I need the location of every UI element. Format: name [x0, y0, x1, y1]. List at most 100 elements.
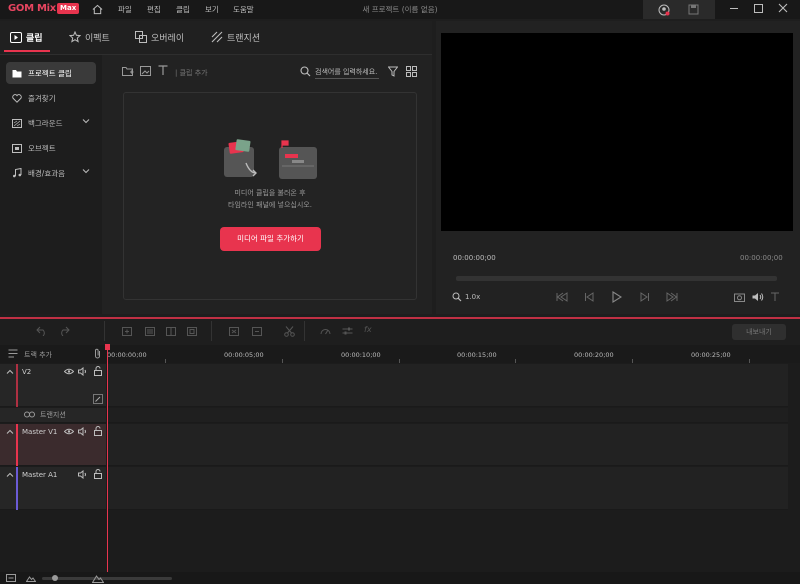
chevron-up-icon[interactable]	[6, 369, 14, 375]
tab-clip[interactable]: 클립	[10, 29, 43, 45]
lock-icon[interactable]	[94, 469, 102, 479]
grid-view-icon[interactable]	[406, 66, 417, 77]
attach-icon[interactable]	[93, 348, 102, 359]
track-lane-master-a1[interactable]	[108, 467, 788, 510]
play-icon[interactable]	[612, 291, 622, 303]
tab-transition[interactable]: 트랜지션	[211, 29, 260, 45]
zoom-icon[interactable]	[452, 292, 462, 302]
sidebar-item-label: 배경/효과음	[28, 168, 66, 178]
toolbar-separator	[304, 321, 305, 341]
edit-icon[interactable]	[93, 394, 103, 404]
drop-zone-instructions: 미디어 클립을 불러온 후 타임라인 패널에 넣으십시오.	[123, 187, 417, 211]
playhead[interactable]	[107, 345, 108, 573]
add-folder-icon[interactable]	[122, 66, 134, 77]
tab-clip-label: 클립	[26, 33, 43, 44]
add-track-label[interactable]: 트랙 추가	[24, 350, 52, 360]
zoom-in-mountain-icon[interactable]	[92, 573, 104, 583]
sidebar-item-favorites[interactable]: 즐겨찾기	[6, 87, 96, 109]
chevron-up-icon[interactable]	[6, 472, 14, 478]
tab-overlay-label: 오버레이	[151, 33, 185, 44]
minimize-icon[interactable]	[730, 8, 738, 9]
redo-icon[interactable]	[58, 326, 70, 336]
timeline-zoom-thumb[interactable]	[52, 575, 58, 581]
zoom-out-mountain-icon[interactable]	[26, 574, 36, 582]
tab-transition-label: 트랜지션	[227, 33, 261, 44]
ruler-label: 00:00:20;00	[574, 351, 614, 359]
object-icon	[12, 143, 22, 153]
track-lane-master-v1[interactable]	[108, 424, 788, 466]
filter-icon[interactable]	[388, 66, 398, 77]
sidebar-item-object[interactable]: 오브젝트	[6, 137, 96, 159]
mute-clip-icon[interactable]	[252, 327, 262, 336]
overlay-icon	[135, 31, 147, 43]
eye-icon[interactable]	[64, 428, 74, 435]
track-lane-transition[interactable]	[108, 408, 788, 423]
track-menu-icon[interactable]	[8, 349, 18, 358]
add-media-file-button[interactable]: 미디어 파일 추가하기	[220, 227, 321, 251]
track-name-transition: 트랜지션	[40, 411, 66, 419]
speaker-icon[interactable]	[78, 470, 88, 479]
drop-text-line-2: 타임라인 패널에 넣으십시오.	[228, 201, 312, 209]
eye-icon[interactable]	[64, 368, 74, 375]
chevron-down-icon	[82, 168, 90, 174]
timeline-toolbar	[0, 319, 800, 345]
export-button[interactable]: 내보내기	[732, 324, 786, 340]
zoom-level[interactable]: 1.0x	[465, 293, 480, 301]
lock-icon[interactable]	[94, 366, 102, 376]
image-icon[interactable]	[140, 66, 152, 77]
active-tab-indicator	[4, 50, 50, 52]
skip-to-start-icon[interactable]	[556, 292, 568, 302]
close-icon[interactable]	[778, 3, 788, 13]
media-import-illustration-icon	[222, 139, 318, 181]
current-timecode: 00:00:00;00	[453, 254, 496, 262]
text-icon[interactable]	[158, 65, 168, 76]
speaker-icon[interactable]	[78, 367, 88, 376]
tab-effect[interactable]: 이펙트	[69, 29, 110, 45]
next-frame-icon[interactable]	[640, 292, 650, 302]
previous-frame-icon[interactable]	[584, 292, 594, 302]
playhead-handle[interactable]	[105, 344, 110, 350]
sidebar-item-label: 즐겨찾기	[28, 93, 56, 103]
volume-icon[interactable]	[752, 292, 764, 302]
ruler-label: 00:00:00;00	[107, 351, 147, 359]
preview-seek-bar[interactable]	[456, 276, 777, 281]
track-name-master-a1: Master A1	[22, 471, 58, 479]
music-icon	[12, 168, 22, 178]
ruler-label: 00:00:05;00	[224, 351, 264, 359]
toolbar-separator	[211, 321, 212, 341]
speaker-icon[interactable]	[78, 427, 88, 436]
search-icon[interactable]	[300, 66, 311, 77]
delete-clip-icon[interactable]	[229, 327, 239, 336]
sidebar-item-project-clip[interactable]: 프로젝트 클립	[6, 62, 96, 84]
speed-icon[interactable]	[320, 326, 331, 336]
track-lane-v2[interactable]	[108, 364, 788, 407]
cut-icon[interactable]	[284, 326, 295, 337]
undo-icon[interactable]	[36, 326, 48, 336]
timeline-zoom-slider[interactable]	[42, 577, 172, 580]
tab-overlay[interactable]: 오버레이	[135, 29, 184, 45]
account-icon[interactable]	[658, 4, 670, 16]
skip-to-end-icon[interactable]	[666, 292, 678, 302]
sidebar-item-label: 오브젝트	[28, 143, 56, 153]
sidebar-item-music[interactable]: 배경/효과음	[6, 162, 96, 184]
crop-icon[interactable]	[187, 327, 197, 336]
track-color-bar	[16, 364, 18, 407]
maximize-icon[interactable]	[754, 4, 763, 13]
fullscreen-icon[interactable]	[770, 292, 780, 302]
fx-icon[interactable]: fx	[364, 325, 372, 334]
search-input[interactable]: 검색어를 입력하세요.	[315, 67, 379, 79]
trim-icon[interactable]	[166, 327, 176, 336]
sidebar-item-background[interactable]: 백그라운드	[6, 112, 96, 134]
adjust-icon[interactable]	[342, 326, 353, 336]
background-icon	[12, 118, 22, 128]
toolbar-separator	[104, 321, 105, 341]
add-clip-icon[interactable]	[122, 327, 132, 336]
snapshot-icon[interactable]	[734, 292, 745, 302]
folder-icon	[12, 69, 22, 78]
lock-icon[interactable]	[94, 426, 102, 436]
chevron-up-icon[interactable]	[6, 429, 14, 435]
split-icon[interactable]	[145, 327, 155, 336]
save-icon[interactable]	[688, 4, 699, 15]
chevron-down-icon	[82, 118, 90, 124]
fit-timeline-icon[interactable]	[6, 574, 16, 582]
